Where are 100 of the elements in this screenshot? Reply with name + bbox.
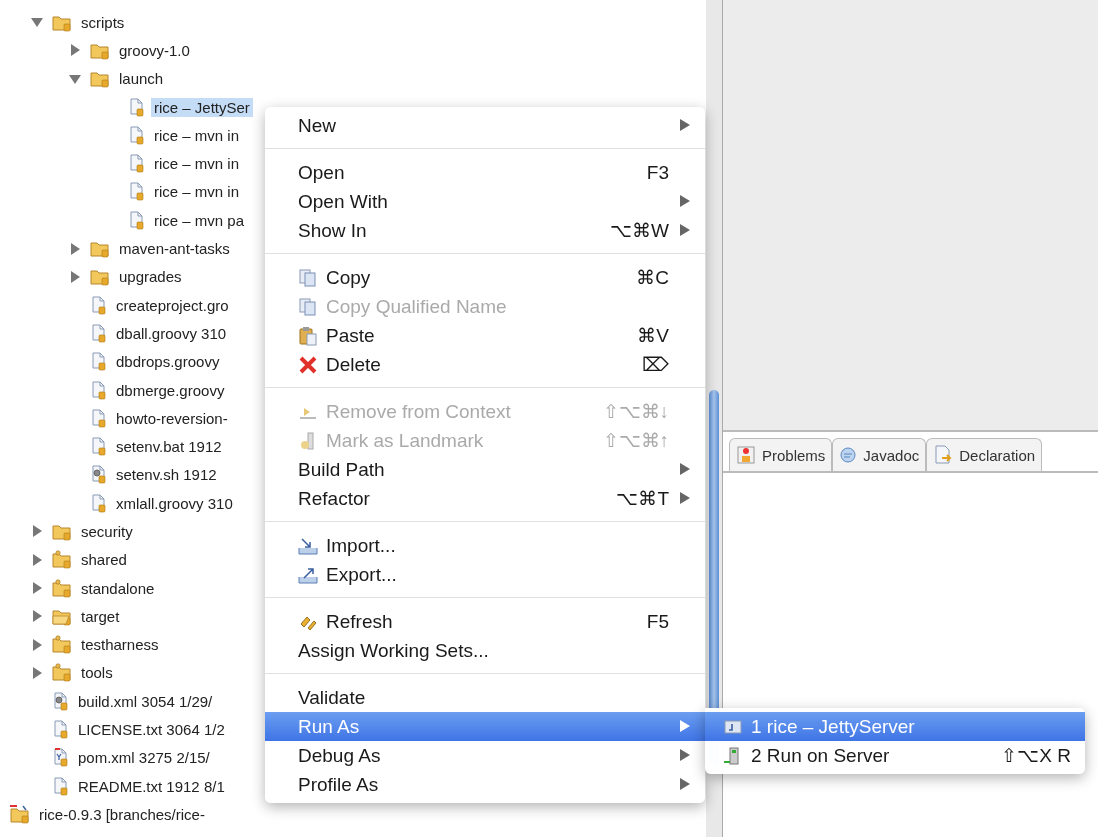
panel-tab[interactable]: Declaration [926, 438, 1043, 471]
disclosure-triangle-icon[interactable] [68, 241, 82, 256]
tree-item[interactable]: xmlall.groovy 310 [113, 493, 236, 513]
file-icon [90, 465, 107, 485]
submenu-arrow-icon [679, 490, 691, 505]
tree-item[interactable]: scripts [78, 12, 128, 32]
tree-item[interactable]: testharness [78, 635, 162, 655]
declaration-icon [933, 445, 954, 465]
folder-icon [52, 522, 72, 541]
file-icon [128, 210, 145, 230]
copy-icon [298, 296, 318, 317]
tree-item[interactable]: pom.xml 3275 2/15/ [75, 748, 213, 768]
tree-item[interactable]: groovy-1.0 [116, 40, 193, 60]
file-icon [90, 323, 107, 343]
tree-item[interactable]: createproject.gro [113, 295, 232, 315]
tree-item[interactable]: rice – mvn in [151, 125, 243, 145]
tree-item[interactable]: standalone [78, 578, 158, 598]
tree-item[interactable]: rice – mvn pa [151, 210, 248, 230]
tree-item[interactable]: tools [78, 663, 116, 683]
menu-item[interactable]: Delete ⌦ [265, 350, 705, 379]
menu-item[interactable]: Refresh F5 [265, 607, 705, 636]
file-icon [128, 125, 145, 145]
folder-icon [90, 69, 110, 89]
tree-item[interactable]: rice-0.9.3 [branches/rice- [36, 804, 208, 824]
tree-item[interactable]: setenv.sh 1912 [113, 465, 220, 485]
panel-tab[interactable]: Javadoc [832, 438, 927, 471]
tree-item[interactable]: LICENSE.txt 3064 1/2 [75, 720, 228, 740]
file-icon [90, 437, 107, 457]
tree-item[interactable]: shared [78, 550, 130, 570]
file-icon [90, 380, 107, 400]
file-icon [52, 691, 69, 711]
file-icon [128, 154, 145, 174]
clipboard-icon [298, 325, 318, 346]
import-icon [298, 535, 318, 556]
folder-icon [90, 267, 110, 287]
problems-icon [736, 445, 756, 465]
submenu-arrow-icon [679, 776, 691, 791]
tree-item[interactable]: build.xml 3054 1/29/ [75, 691, 216, 711]
menu-item[interactable]: 2 Run on Server ⇧⌥X R [705, 741, 1085, 770]
tree-item[interactable]: launch [116, 69, 167, 89]
menu-item[interactable]: Show In ⌥⌘W [265, 216, 705, 245]
menu-item[interactable]: Validate [265, 683, 705, 712]
submenu-arrow-icon [679, 117, 691, 132]
menu-item[interactable]: Refactor ⌥⌘T [265, 484, 705, 513]
menu-item[interactable]: Export... [265, 560, 705, 589]
tree-item[interactable]: rice – JettySer [151, 97, 253, 117]
disclosure-triangle-icon[interactable] [30, 665, 44, 680]
menu-item[interactable]: Build Path [265, 455, 705, 484]
menu-item[interactable]: Open With [265, 187, 705, 216]
file-icon [90, 352, 107, 372]
menu-item[interactable]: Profile As [265, 770, 705, 799]
tree-item[interactable]: dball.groovy 310 [113, 323, 230, 343]
tree-item[interactable]: dbdrops.groovy [113, 352, 223, 372]
menu-item[interactable]: Open F3 [265, 158, 705, 187]
tree-item[interactable]: target [78, 606, 123, 626]
disclosure-triangle-icon[interactable] [30, 637, 44, 652]
submenu-arrow-icon [679, 193, 691, 208]
menu-item[interactable]: Debug As [265, 741, 705, 770]
file-icon [90, 408, 107, 428]
menu-item[interactable]: Assign Working Sets... [265, 636, 705, 665]
tree-item[interactable]: howto-reversion- [113, 408, 231, 428]
folder-icon [52, 550, 72, 570]
tree-item[interactable]: dbmerge.groovy [113, 380, 228, 400]
submenu-arrow-icon [679, 718, 691, 733]
delete-icon [298, 354, 318, 375]
tree-item[interactable]: security [78, 522, 136, 541]
submenu-arrow-icon [679, 747, 691, 762]
scrollbar[interactable] [706, 0, 722, 837]
folder-icon [52, 578, 72, 598]
folder-icon [52, 663, 72, 683]
file-icon [90, 493, 107, 513]
panel-tab[interactable]: Problems [729, 438, 833, 471]
tree-item[interactable]: rice – mvn in [151, 154, 243, 174]
tree-item[interactable]: setenv.bat 1912 [113, 437, 225, 457]
disclosure-triangle-icon[interactable] [30, 524, 44, 539]
disclosure-triangle-icon[interactable] [30, 609, 44, 624]
file-icon [52, 720, 69, 740]
tree-item[interactable]: README.txt 1912 8/1 [75, 776, 228, 796]
submenu-arrow-icon [679, 461, 691, 476]
menu-item[interactable]: Copy ⌘C [265, 263, 705, 292]
tree-item[interactable]: rice – mvn in [151, 182, 243, 202]
folder-icon [90, 239, 110, 258]
tree-item[interactable]: upgrades [116, 267, 185, 287]
disclosure-triangle-icon[interactable] [30, 552, 44, 567]
file-icon [52, 748, 69, 768]
tree-item[interactable]: maven-ant-tasks [116, 239, 233, 258]
project-icon [10, 804, 30, 824]
disclosure-triangle-icon[interactable] [30, 581, 44, 596]
file-icon [128, 97, 145, 117]
file-icon [52, 776, 69, 796]
menu-item[interactable]: Paste ⌘V [265, 321, 705, 350]
submenu-arrow-icon [679, 222, 691, 237]
file-icon [90, 295, 107, 315]
menu-item[interactable]: Import... [265, 531, 705, 560]
disclosure-triangle-icon[interactable] [68, 43, 82, 58]
copy-icon [298, 267, 318, 288]
folder-icon [52, 635, 72, 655]
disclosure-triangle-icon[interactable] [68, 269, 82, 284]
menu-item[interactable]: New [265, 111, 705, 140]
file-icon [128, 182, 145, 202]
